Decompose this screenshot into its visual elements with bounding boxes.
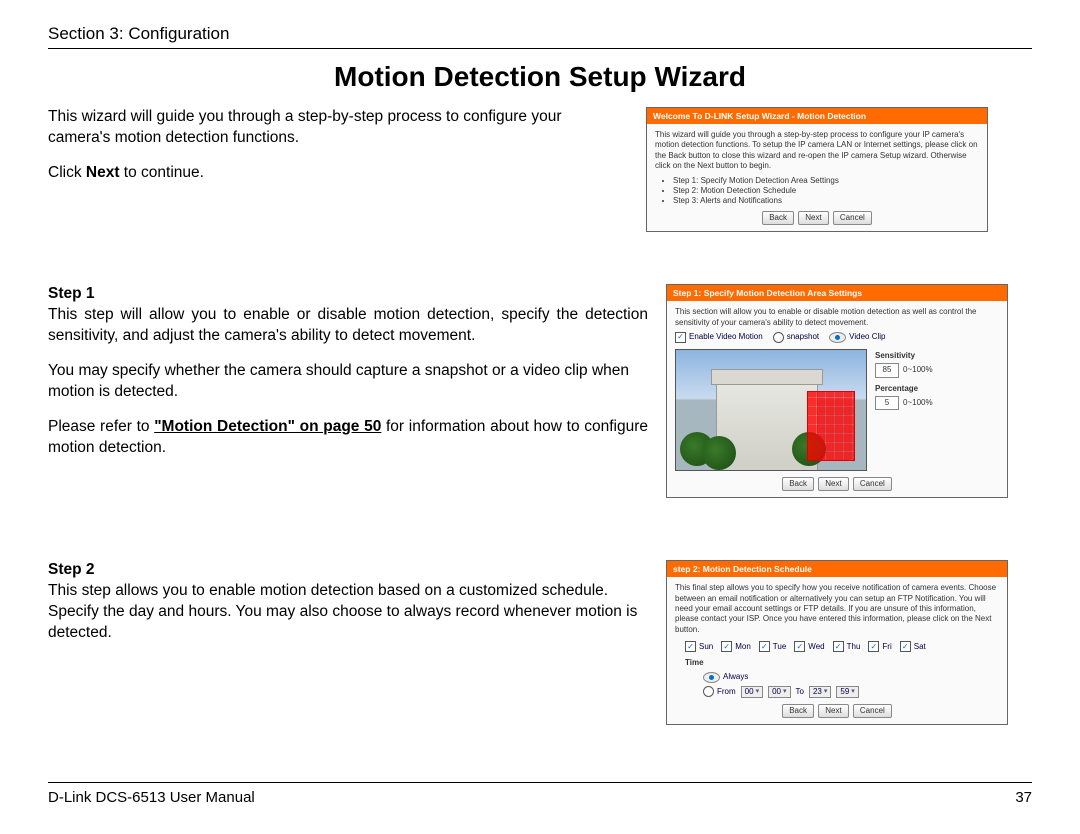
wizard-step1-title: Step 1: Specify Motion Detection Area Se…: [667, 285, 1007, 301]
from-min-select[interactable]: 00: [768, 686, 790, 698]
motion-detection-xref[interactable]: "Motion Detection" on page 50: [154, 418, 381, 435]
day-sat[interactable]: ✓Sat: [900, 641, 926, 652]
intro-next: Click Next to continue.: [48, 163, 628, 184]
wizard-step-item: Step 2: Motion Detection Schedule: [673, 186, 979, 196]
intro-next-word: Next: [86, 164, 120, 181]
intro-click: Click: [48, 164, 86, 181]
snapshot-label: snapshot: [787, 332, 819, 342]
enable-motion-checkbox[interactable]: ✓Enable Video Motion: [675, 332, 763, 343]
wizard-step2-panel: step 2: Motion Detection Schedule This f…: [666, 560, 1008, 725]
next-button[interactable]: Next: [818, 477, 848, 491]
cancel-button[interactable]: Cancel: [853, 477, 892, 491]
time-label: Time: [685, 658, 999, 668]
wizard-step1-panel: Step 1: Specify Motion Detection Area Se…: [666, 284, 1008, 498]
day-sun[interactable]: ✓Sun: [685, 641, 713, 652]
sensitivity-range: 0~100%: [903, 365, 933, 375]
day-wed[interactable]: ✓Wed: [794, 641, 824, 652]
next-button[interactable]: Next: [798, 211, 828, 225]
to-hour-select[interactable]: 23: [809, 686, 831, 698]
cancel-button[interactable]: Cancel: [833, 211, 872, 225]
always-radio[interactable]: Always: [703, 672, 748, 683]
motion-zone-overlay[interactable]: [808, 392, 854, 460]
step2-label: Step 2: [48, 560, 648, 581]
snapshot-radio[interactable]: snapshot: [773, 332, 819, 343]
day-tue[interactable]: ✓Tue: [759, 641, 787, 652]
step1-p1: This step will allow you to enable or di…: [48, 305, 648, 347]
wizard-step2-title: step 2: Motion Detection Schedule: [667, 561, 1007, 577]
day-mon[interactable]: ✓Mon: [721, 641, 751, 652]
percentage-label: Percentage: [875, 384, 933, 394]
from-radio[interactable]: From: [703, 686, 736, 697]
page-title: Motion Detection Setup Wizard: [48, 61, 1032, 93]
cancel-button[interactable]: Cancel: [853, 704, 892, 718]
footer-left: D-Link DCS-6513 User Manual: [48, 789, 255, 806]
step1-p2: You may specify whether the camera shoul…: [48, 361, 648, 403]
section-header: Section 3: Configuration: [48, 24, 1032, 49]
wizard-step2-text: This final step allows you to specify ho…: [675, 583, 999, 635]
videoclip-label: Video Clip: [849, 332, 885, 342]
wizard-welcome-panel: Welcome To D-LINK Setup Wizard - Motion …: [646, 107, 988, 232]
to-label: To: [796, 687, 804, 697]
step1-label: Step 1: [48, 284, 648, 305]
intro-cont: to continue.: [120, 164, 204, 181]
percentage-input[interactable]: 5: [875, 396, 899, 410]
enable-motion-label: Enable Video Motion: [689, 332, 763, 342]
sensitivity-input[interactable]: 85: [875, 363, 899, 377]
percentage-range: 0~100%: [903, 398, 933, 408]
intro-paragraph: This wizard will guide you through a ste…: [48, 107, 628, 149]
wizard-step-item: Step 1: Specify Motion Detection Area Se…: [673, 176, 979, 186]
sensitivity-label: Sensitivity: [875, 351, 933, 361]
next-button[interactable]: Next: [818, 704, 848, 718]
wizard-welcome-title: Welcome To D-LINK Setup Wizard - Motion …: [647, 108, 987, 124]
camera-preview[interactable]: [675, 349, 867, 471]
step1-p3a: Please refer to: [48, 418, 154, 435]
day-fri[interactable]: ✓Fri: [868, 641, 891, 652]
wizard-welcome-text: This wizard will guide you through a ste…: [655, 130, 979, 172]
step1-p3: Please refer to "Motion Detection" on pa…: [48, 417, 648, 459]
footer-page-number: 37: [1015, 789, 1032, 806]
back-button[interactable]: Back: [782, 704, 814, 718]
wizard-step1-text: This section will allow you to enable or…: [675, 307, 999, 328]
to-min-select[interactable]: 59: [836, 686, 858, 698]
from-hour-select[interactable]: 00: [741, 686, 763, 698]
videoclip-radio[interactable]: Video Clip: [829, 332, 885, 343]
back-button[interactable]: Back: [782, 477, 814, 491]
day-thu[interactable]: ✓Thu: [833, 641, 861, 652]
wizard-step-item: Step 3: Alerts and Notifications: [673, 196, 979, 206]
back-button[interactable]: Back: [762, 211, 794, 225]
step2-p1: This step allows you to enable motion de…: [48, 581, 648, 644]
